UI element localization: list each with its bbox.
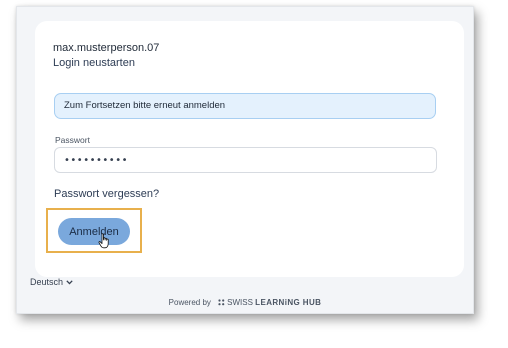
login-window: max.musterperson.07 Login neustarten Zum… (16, 6, 474, 314)
password-field[interactable] (54, 147, 437, 173)
hand-cursor-icon (98, 233, 109, 249)
forgot-password-link[interactable]: Passwort vergessen? (54, 188, 159, 200)
login-button[interactable]: Anmelden (58, 218, 130, 245)
username-display: max.musterperson.07 (53, 42, 160, 54)
restart-login-link[interactable]: Login neustarten (53, 57, 135, 69)
brand-name: LEARNiNG HUB (255, 298, 322, 307)
powered-by: Powered by SWISS LEARNiNG HUB (17, 298, 473, 307)
password-label: Passwort (55, 135, 90, 145)
hub-logo-icon (218, 299, 225, 306)
chevron-down-icon (66, 280, 73, 285)
brand-prefix: SWISS (227, 298, 256, 307)
info-banner: Zum Fortsetzen bitte erneut anmelden (54, 93, 436, 119)
language-selector[interactable]: Deutsch (30, 277, 73, 287)
language-label: Deutsch (30, 277, 64, 287)
powered-by-text: Powered by (168, 298, 211, 307)
